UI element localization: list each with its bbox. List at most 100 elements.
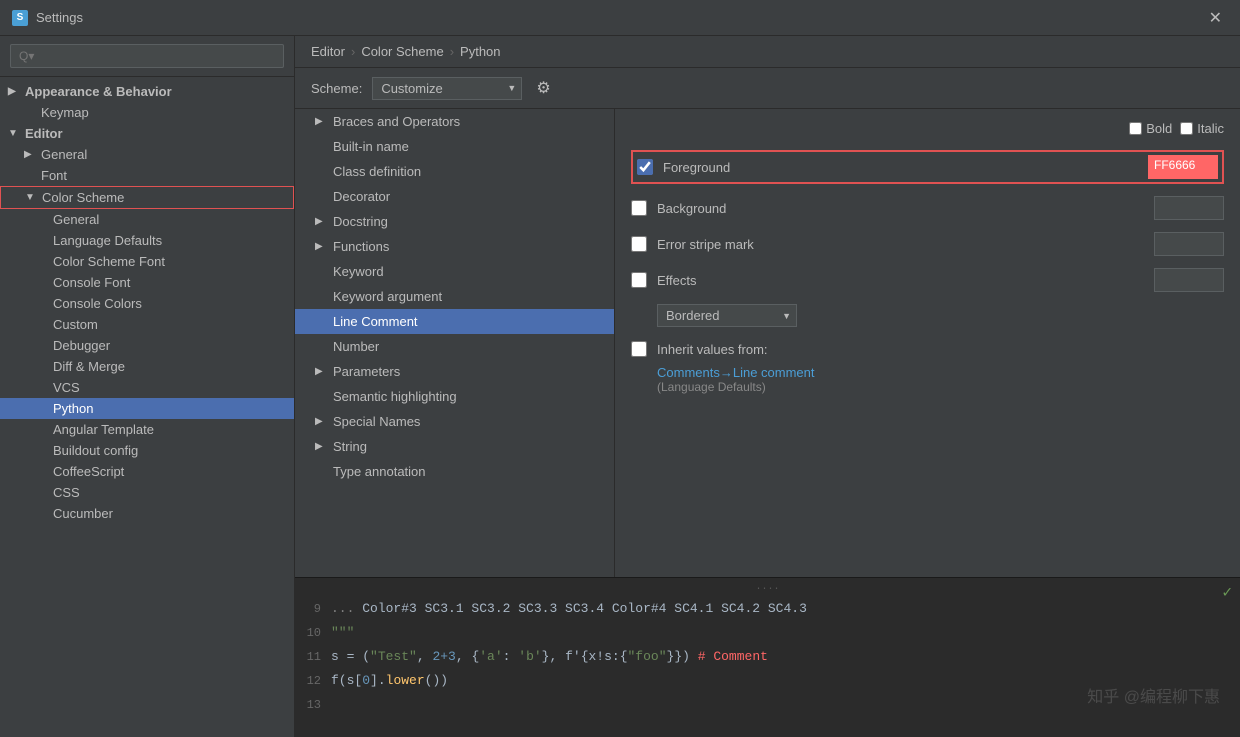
sidebar-item-font[interactable]: Font <box>0 165 294 186</box>
inherit-sublabel: (Language Defaults) <box>657 380 1224 394</box>
breadcrumb: Editor › Color Scheme › Python <box>295 36 1240 68</box>
sidebar-item-general[interactable]: ▶General <box>0 144 294 165</box>
watermark: 知乎 @编程柳下惠 <box>1087 683 1220 707</box>
sidebar-item-editor[interactable]: ▼Editor <box>0 123 294 144</box>
effects-dropdown-row: Bordered Underscored Bold underscored Un… <box>657 304 1224 327</box>
background-checkbox[interactable] <box>631 200 647 216</box>
content-area: ▶Braces and OperatorsBuilt-in nameClass … <box>295 109 1240 737</box>
breadcrumb-colorscheme: Color Scheme <box>361 44 443 59</box>
code-content: """ <box>331 622 1240 644</box>
middle-item-keyword[interactable]: Keyword <box>295 259 614 284</box>
sidebar-item-python[interactable]: Python <box>0 398 294 419</box>
italic-label[interactable]: Italic <box>1180 121 1224 136</box>
middle-item-string[interactable]: ▶String <box>295 434 614 459</box>
sidebar-item-css[interactable]: CSS <box>0 482 294 503</box>
background-label: Background <box>657 201 1144 216</box>
sidebar-item-buildout[interactable]: Buildout config <box>0 440 294 461</box>
middle-item-kwarg[interactable]: Keyword argument <box>295 284 614 309</box>
middle-item-docstring[interactable]: ▶Docstring <box>295 209 614 234</box>
effects-type-select[interactable]: Bordered Underscored Bold underscored Un… <box>657 304 797 327</box>
right-panel: Editor › Color Scheme › Python Scheme: D… <box>295 36 1240 737</box>
code-content: ... Color#3 SC3.1 SC3.2 SC3.3 SC3.4 Colo… <box>331 598 1240 620</box>
sidebar-item-coffeescript[interactable]: CoffeeScript <box>0 461 294 482</box>
sidebar-item-cucumber[interactable]: Cucumber <box>0 503 294 524</box>
code-line: 10 """ <box>295 621 1240 645</box>
foreground-color-value: FF6666 <box>1148 155 1218 175</box>
breadcrumb-python: Python <box>460 44 500 59</box>
scheme-label: Scheme: <box>311 81 362 96</box>
code-line: 11 s = ("Test", 2+3, {'a': 'b'}, f'{x!s:… <box>295 645 1240 669</box>
middle-item-linecomment[interactable]: Line Comment <box>295 309 614 334</box>
middle-item-functions[interactable]: ▶Functions <box>295 234 614 259</box>
sidebar: ▶Appearance & BehaviorKeymap▼Editor▶Gene… <box>0 36 295 737</box>
arrow-icon: ▶ <box>315 441 327 452</box>
sidebar-search-area <box>0 36 294 77</box>
middle-item-builtin[interactable]: Built-in name <box>295 134 614 159</box>
arrow-icon: ▼ <box>25 192 37 203</box>
middle-item-classdef[interactable]: Class definition <box>295 159 614 184</box>
scheme-select-wrapper: Default Darcula Customize High contrast <box>372 77 522 100</box>
search-input[interactable] <box>10 44 284 68</box>
arrow-icon: ▶ <box>24 149 36 160</box>
foreground-row: Foreground FF6666 <box>631 150 1224 184</box>
sidebar-item-appearance[interactable]: ▶Appearance & Behavior <box>0 81 294 102</box>
effects-row: Effects <box>631 268 1224 292</box>
sidebar-item-cs-font[interactable]: Color Scheme Font <box>0 251 294 272</box>
line-number: 10 <box>295 622 331 644</box>
arrow-icon: ▼ <box>8 128 20 139</box>
error-stripe-color-box[interactable] <box>1154 232 1224 256</box>
middle-item-parameters[interactable]: ▶Parameters <box>295 359 614 384</box>
inherit-link[interactable]: Comments→Line comment <box>657 365 815 380</box>
inherit-checkbox[interactable] <box>631 341 647 357</box>
sidebar-item-console-colors[interactable]: Console Colors <box>0 293 294 314</box>
title-bar: S Settings ✕ <box>0 0 1240 36</box>
inherit-row: Inherit values from: <box>631 341 1224 357</box>
middle-item-braces[interactable]: ▶Braces and Operators <box>295 109 614 134</box>
background-row: Background <box>631 196 1224 220</box>
effects-label: Effects <box>657 273 1144 288</box>
sidebar-item-console-font[interactable]: Console Font <box>0 272 294 293</box>
foreground-label: Foreground <box>663 160 1138 175</box>
green-checkmark-icon: ✓ <box>1222 582 1232 602</box>
bold-label[interactable]: Bold <box>1129 121 1172 136</box>
background-color-box[interactable] <box>1154 196 1224 220</box>
sidebar-item-colorscheme[interactable]: ▼Color Scheme <box>0 186 294 209</box>
breadcrumb-sep1: › <box>351 44 355 59</box>
sidebar-item-diff-merge[interactable]: Diff & Merge <box>0 356 294 377</box>
sidebar-item-keymap[interactable]: Keymap <box>0 102 294 123</box>
app-icon: S <box>12 10 28 26</box>
effects-checkbox[interactable] <box>631 272 647 288</box>
close-button[interactable]: ✕ <box>1203 6 1228 30</box>
sidebar-item-language-defaults[interactable]: Language Defaults <box>0 230 294 251</box>
sidebar-item-cs-general[interactable]: General <box>0 209 294 230</box>
breadcrumb-editor: Editor <box>311 44 345 59</box>
line-number: 11 <box>295 646 331 668</box>
sidebar-item-vcs[interactable]: VCS <box>0 377 294 398</box>
arrow-icon: ▶ <box>315 216 327 227</box>
sidebar-tree: ▶Appearance & BehaviorKeymap▼Editor▶Gene… <box>0 77 294 737</box>
effects-color-box[interactable] <box>1154 268 1224 292</box>
italic-checkbox[interactable] <box>1180 122 1193 135</box>
middle-item-typeanno[interactable]: Type annotation <box>295 459 614 484</box>
arrow-icon: ▶ <box>315 416 327 427</box>
bold-checkbox[interactable] <box>1129 122 1142 135</box>
middle-item-semantic[interactable]: Semantic highlighting <box>295 384 614 409</box>
middle-item-decorator[interactable]: Decorator <box>295 184 614 209</box>
scheme-select[interactable]: Default Darcula Customize High contrast <box>372 77 522 100</box>
inherit-link-area: Comments→Line comment <box>657 365 1224 380</box>
foreground-color-box[interactable]: FF6666 <box>1148 155 1218 179</box>
arrow-icon: ▶ <box>315 241 327 252</box>
line-number: 9 <box>295 598 331 620</box>
sidebar-item-angular[interactable]: Angular Template <box>0 419 294 440</box>
code-line: 9 ... Color#3 SC3.1 SC3.2 SC3.3 SC3.4 Co… <box>295 597 1240 621</box>
error-stripe-checkbox[interactable] <box>631 236 647 252</box>
middle-item-specialnames[interactable]: ▶Special Names <box>295 409 614 434</box>
gear-button[interactable]: ⚙ <box>532 76 554 100</box>
sidebar-item-custom[interactable]: Custom <box>0 314 294 335</box>
arrow-icon: ▶ <box>8 86 20 97</box>
middle-item-number[interactable]: Number <box>295 334 614 359</box>
inherit-label: Inherit values from: <box>657 342 768 357</box>
sidebar-item-debugger[interactable]: Debugger <box>0 335 294 356</box>
props-panel: Bold Italic Foreground FF6666 <box>615 109 1240 577</box>
foreground-checkbox[interactable] <box>637 159 653 175</box>
